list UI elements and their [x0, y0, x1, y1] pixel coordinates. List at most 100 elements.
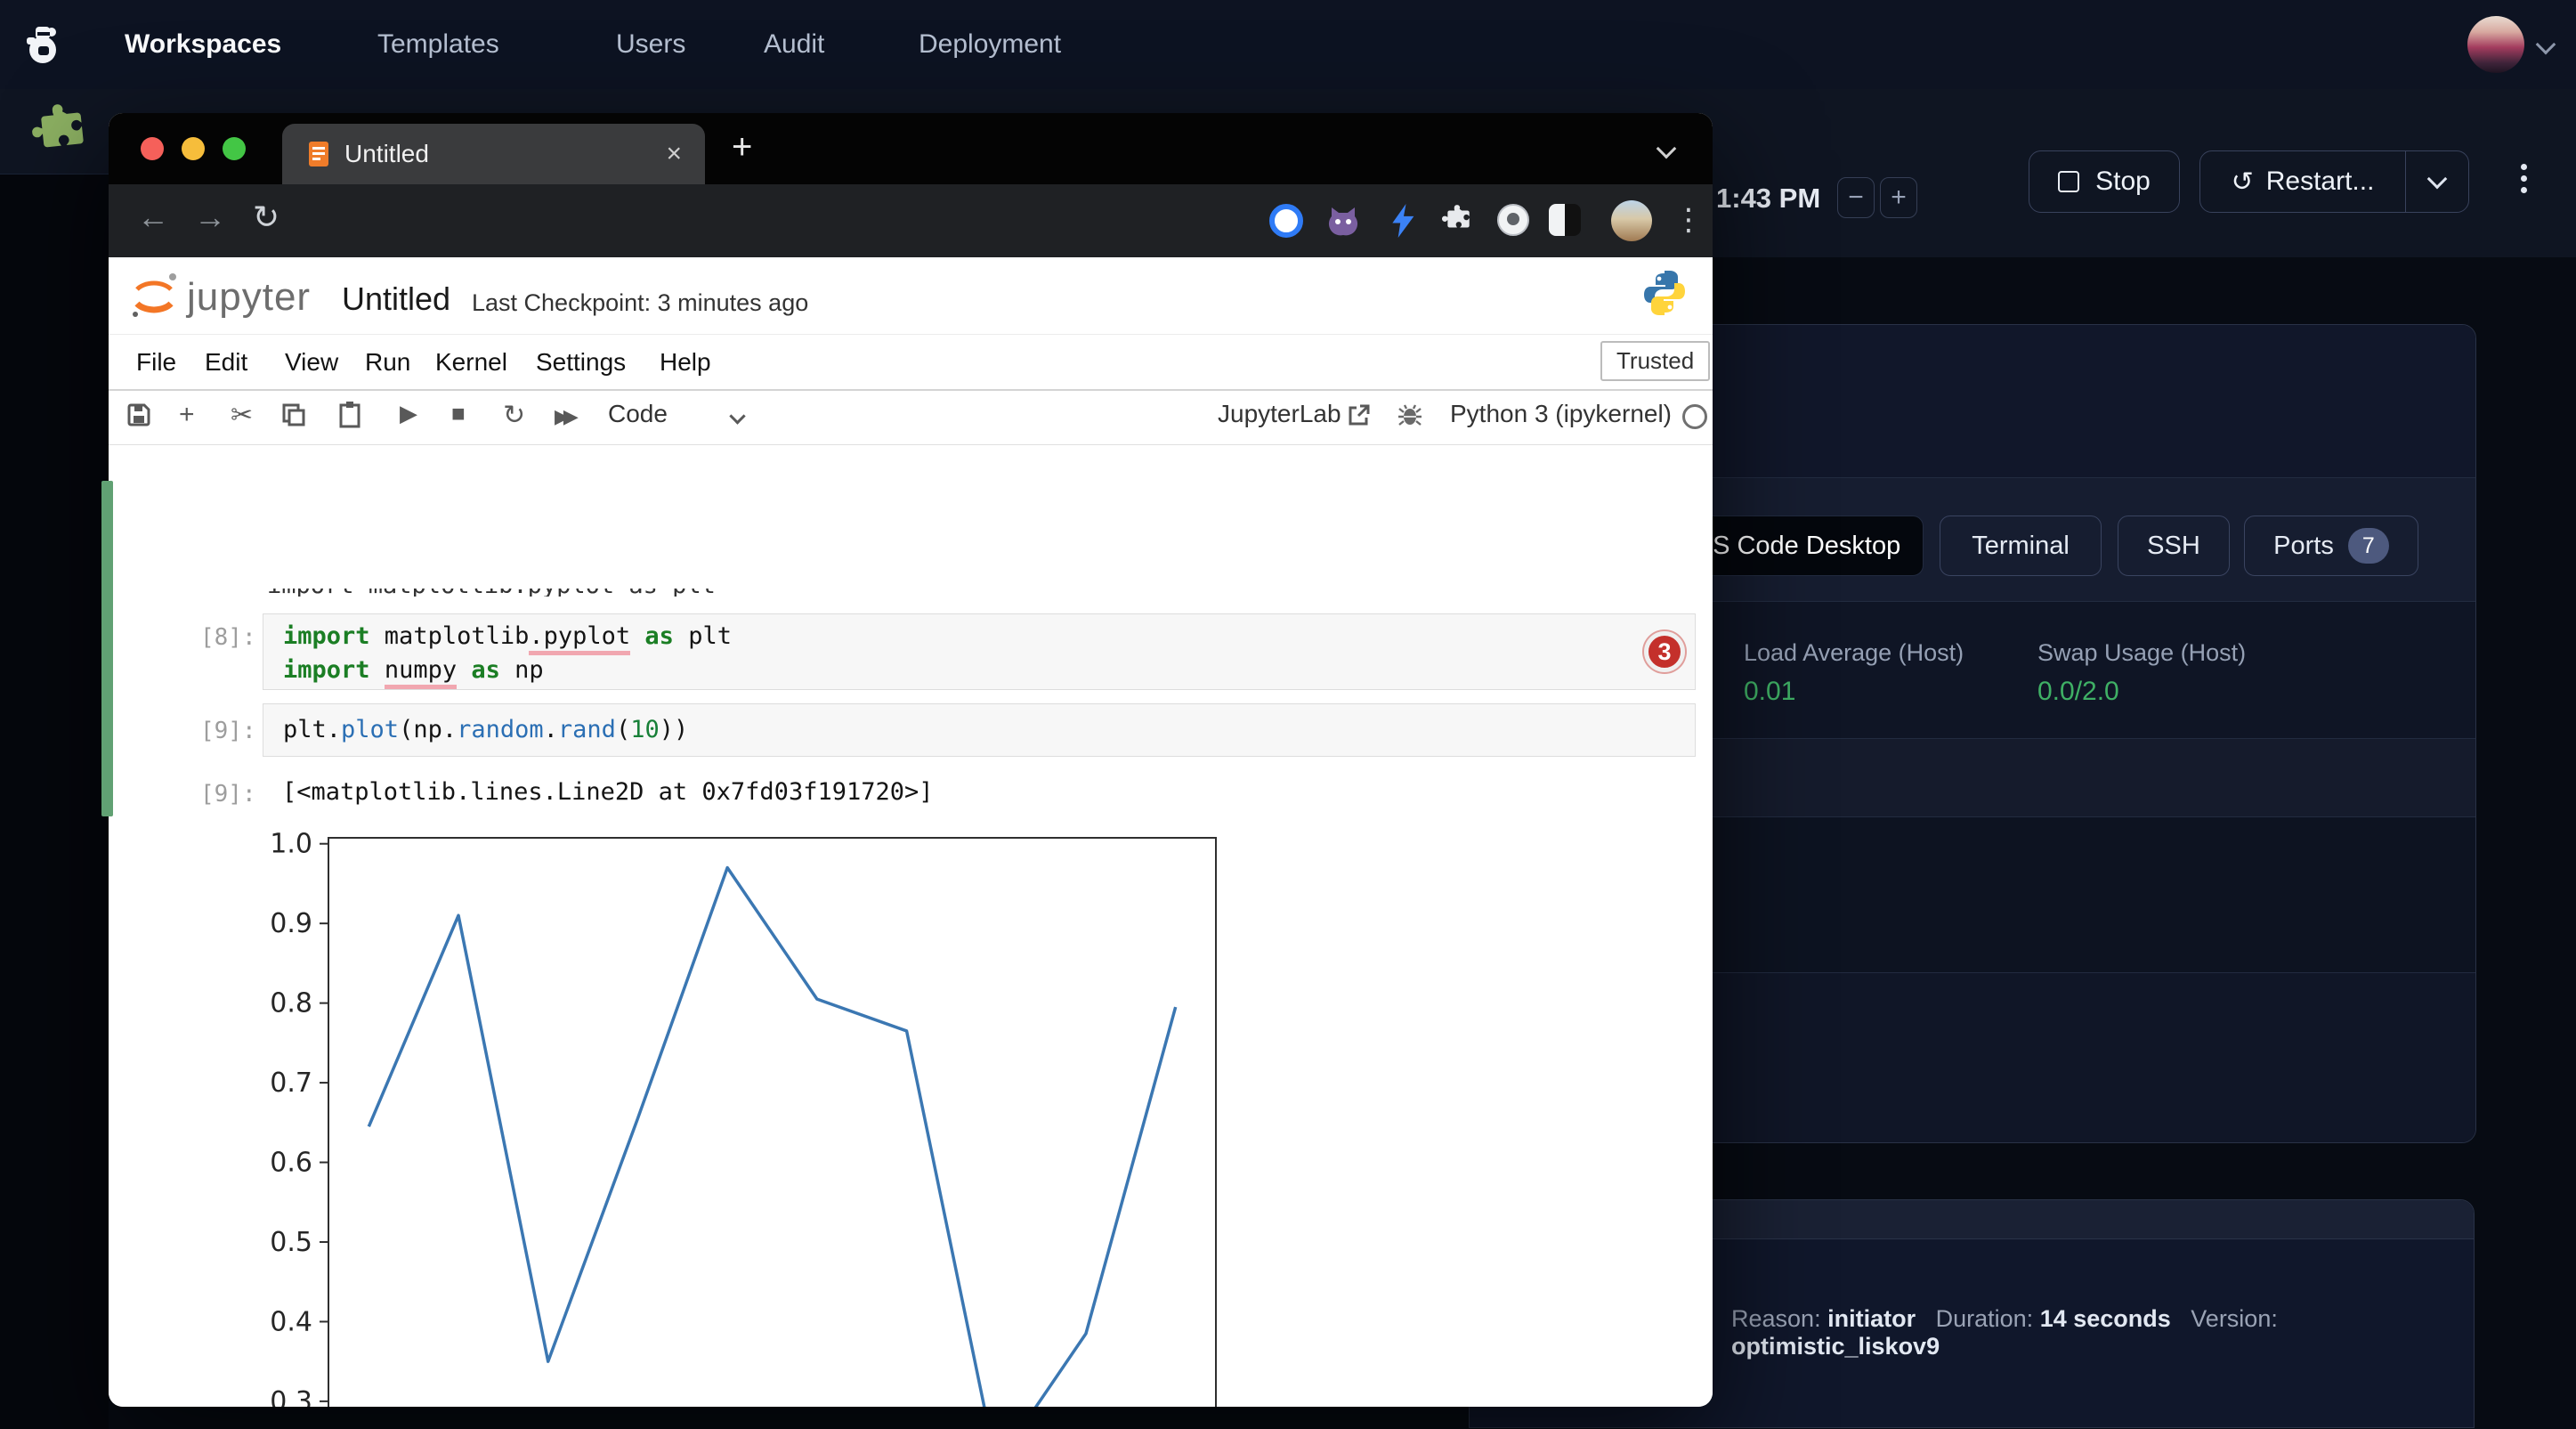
- browser-toolbar: ← → ↻ 5555--main--test--matifali.atif.cd…: [109, 184, 1713, 257]
- stop-square-icon: [2058, 171, 2079, 192]
- menu-kernel[interactable]: Kernel: [435, 348, 507, 377]
- new-tab-button[interactable]: +: [732, 127, 752, 167]
- tab-terminal[interactable]: Terminal: [1940, 516, 2102, 576]
- overflow-menu-button[interactable]: [2521, 158, 2527, 199]
- restart-label: Restart...: [2266, 166, 2375, 197]
- run-cell-icon[interactable]: ▶: [400, 400, 417, 427]
- mac-close-button[interactable]: [141, 137, 164, 160]
- restart-button[interactable]: ↺ Restart...: [2200, 166, 2405, 198]
- user-avatar[interactable]: [2467, 16, 2524, 73]
- nav-item-deployment[interactable]: Deployment: [919, 29, 1061, 60]
- code-cell-input[interactable]: plt.plot(np.random.rand(10)): [263, 703, 1696, 757]
- restart-split-button[interactable]: ↺ Restart...: [2199, 150, 2469, 213]
- nav-item-users[interactable]: Users: [616, 29, 685, 60]
- jupyter-logo-icon: [128, 270, 180, 321]
- tab-label: SSH: [2147, 532, 2200, 561]
- svg-text:0.5: 0.5: [270, 1227, 312, 1258]
- cell-prompt: [8]:: [200, 624, 256, 651]
- restart-kernel-icon[interactable]: ↻: [503, 400, 525, 431]
- stop-button[interactable]: Stop: [2029, 150, 2180, 213]
- output-text: [<matplotlib.lines.Line2D at 0x7fd03f191…: [282, 778, 934, 806]
- code-line: import matplotlib.pyplot as plt: [283, 620, 1695, 654]
- extensions-puzzle-icon[interactable]: [1442, 204, 1474, 234]
- jupyterlab-link[interactable]: JupyterLab: [1218, 400, 1341, 428]
- tab-ports[interactable]: Ports 7: [2244, 516, 2418, 576]
- back-button[interactable]: ←: [137, 199, 169, 236]
- stat-value-swap: 0.0/2.0: [2037, 677, 2119, 707]
- tab-close-icon[interactable]: ×: [666, 139, 682, 169]
- debugger-bug-icon[interactable]: [1398, 403, 1422, 426]
- cell-type-chevron-icon[interactable]: [729, 408, 745, 424]
- version-value: optimistic_liskov9: [1731, 1333, 1940, 1360]
- kernel-name[interactable]: Python 3 (ipykernel): [1450, 400, 1672, 428]
- run-all-icon[interactable]: ▶▶: [555, 405, 572, 428]
- lightning-extension-icon[interactable]: [1389, 204, 1419, 238]
- puzzle-icon[interactable]: [29, 101, 93, 160]
- svg-text:0.9: 0.9: [270, 908, 312, 939]
- tab-label: Terminal: [1972, 532, 2070, 561]
- menu-view[interactable]: View: [285, 348, 338, 377]
- code-cell-input[interactable]: import matplotlib.pyplot as plt import n…: [263, 613, 1696, 690]
- cell-type-dropdown[interactable]: Code: [608, 400, 668, 428]
- cat-extension-icon[interactable]: [1326, 204, 1360, 238]
- version-label: Version:: [2191, 1305, 2278, 1332]
- active-indicator-strip: [101, 481, 113, 816]
- browser-tab-strip: Untitled × +: [109, 113, 1713, 184]
- interrupt-kernel-icon[interactable]: ■: [451, 400, 466, 427]
- kernel-status-icon: [1682, 404, 1707, 429]
- save-icon[interactable]: [127, 403, 150, 426]
- browser-menu-kebab-icon[interactable]: ⋮: [1673, 202, 1704, 238]
- jupyter-toolbar: + ✂ ▶ ■ ↻ ▶▶ Code JupyterLab Python 3 (i…: [109, 391, 1713, 445]
- svg-text:0.6: 0.6: [270, 1148, 312, 1179]
- nav-item-audit[interactable]: Audit: [764, 29, 824, 60]
- zoom-in-button[interactable]: +: [1880, 177, 1917, 218]
- mac-minimize-button[interactable]: [182, 137, 205, 160]
- reason-label: Reason:: [1731, 1305, 1821, 1332]
- menu-help[interactable]: Help: [660, 348, 711, 377]
- stat-value-load: 0.01: [1744, 677, 1795, 707]
- password-manager-extension-icon[interactable]: [1269, 204, 1303, 238]
- duration-label: Duration:: [1936, 1305, 2034, 1332]
- external-link-icon[interactable]: [1348, 403, 1371, 426]
- svg-text:0.7: 0.7: [270, 1068, 312, 1099]
- jupyter-favicon: [307, 140, 330, 168]
- copy-cell-icon[interactable]: [282, 403, 305, 426]
- nav-item-workspaces[interactable]: Workspaces: [125, 29, 281, 60]
- tab-title: Untitled: [344, 140, 666, 168]
- svg-text:0.4: 0.4: [270, 1306, 312, 1337]
- menu-file[interactable]: File: [136, 348, 176, 377]
- forward-button[interactable]: →: [194, 199, 226, 236]
- duration-value: 14 seconds: [2040, 1305, 2171, 1332]
- tab-search-chevron-icon[interactable]: [1657, 139, 1677, 159]
- cut-cell-icon[interactable]: ✂: [231, 400, 253, 431]
- trusted-button[interactable]: Trusted: [1600, 341, 1710, 381]
- reason-value: initiator: [1827, 1305, 1916, 1332]
- menu-run[interactable]: Run: [365, 348, 410, 377]
- ghost-extension-icon[interactable]: [1497, 204, 1529, 236]
- browser-tab[interactable]: Untitled ×: [282, 124, 705, 184]
- stop-label: Stop: [2095, 166, 2151, 197]
- browser-profile-avatar[interactable]: [1611, 200, 1652, 241]
- chevron-down-icon[interactable]: [2536, 35, 2556, 55]
- tab-ssh[interactable]: SSH: [2118, 516, 2230, 576]
- add-cell-icon[interactable]: +: [179, 400, 195, 430]
- paste-cell-icon[interactable]: [339, 402, 360, 428]
- restart-options-button[interactable]: [2406, 177, 2468, 186]
- zoom-out-button[interactable]: −: [1837, 177, 1875, 218]
- menu-settings[interactable]: Settings: [536, 348, 626, 377]
- checkpoint-status: Last Checkpoint: 3 minutes ago: [472, 289, 808, 317]
- stat-label-swap: Swap Usage (Host): [2037, 639, 2246, 667]
- mac-zoom-button[interactable]: [223, 137, 246, 160]
- clipped-scrolled-line: import matplotlib.pyplot as plt: [267, 589, 1068, 597]
- jupyter-menubar: File Edit View Run Kernel Settings Help …: [109, 334, 1713, 391]
- app-logo-icon[interactable]: [16, 20, 66, 69]
- tab-label: Ports: [2273, 532, 2334, 561]
- notebook-title[interactable]: Untitled: [342, 280, 450, 318]
- clock-time: 1:43 PM: [1716, 183, 1820, 215]
- dark-mode-extension-icon[interactable]: [1549, 204, 1581, 236]
- svg-text:0.3: 0.3: [270, 1386, 312, 1407]
- menu-edit[interactable]: Edit: [205, 348, 247, 377]
- build-meta: Reason: initiator Duration: 14 seconds V…: [1731, 1305, 2474, 1360]
- reload-button[interactable]: ↻: [253, 199, 279, 236]
- nav-item-templates[interactable]: Templates: [377, 29, 499, 60]
